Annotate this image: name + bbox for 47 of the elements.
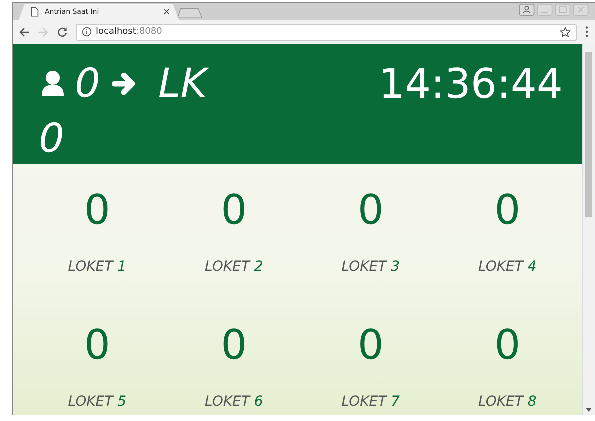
queue-number: 0 [221, 186, 248, 234]
document-icon [31, 7, 39, 17]
close-icon[interactable] [573, 4, 589, 16]
profile-icon[interactable] [519, 4, 535, 16]
queue-number: 0 [358, 321, 384, 369]
counter-label: LOKET [68, 259, 114, 275]
scroll-down-icon[interactable] [586, 408, 592, 412]
counter-label: LOKET [204, 259, 250, 275]
counter-number: 5 [118, 394, 127, 410]
star-icon[interactable] [560, 26, 571, 38]
counter-number: 3 [391, 259, 400, 275]
address-field[interactable]: localhost:8080 [76, 24, 577, 40]
maximize-icon[interactable] [555, 4, 571, 16]
counter-number: 1 [118, 259, 127, 275]
info-icon [82, 27, 92, 37]
url-host: localhost [96, 27, 136, 37]
user-icon [41, 70, 65, 98]
counter-label: LOKET [478, 394, 524, 410]
counter-label: LOKET [68, 394, 114, 410]
queue-count: 0 [75, 62, 100, 106]
counter-number: 2 [254, 259, 264, 275]
counter-label: LOKET [204, 394, 250, 410]
queue-number: 0 [221, 321, 248, 369]
reload-icon[interactable] [57, 26, 68, 38]
queue-number: 0 [84, 186, 110, 234]
counter-code-number: 0 [39, 118, 64, 160]
new-tab-button[interactable] [177, 8, 203, 19]
tab-close-button[interactable]: × [162, 6, 171, 18]
queue-number: 0 [84, 321, 110, 369]
forward-icon[interactable] [38, 26, 49, 38]
counter-code: LK [158, 62, 207, 106]
queue-number: 0 [358, 186, 384, 234]
counter-label: LOKET [342, 259, 387, 275]
queue-number: 0 [494, 186, 521, 234]
url-port: :8080 [136, 27, 162, 37]
scrollbar-thumb[interactable] [585, 52, 592, 217]
counter-number: 7 [391, 394, 400, 410]
clock-time: 14:36:44 [378, 62, 563, 106]
queue-number: 0 [494, 321, 521, 369]
menu-icon[interactable] [585, 26, 589, 38]
counter-number: 8 [528, 394, 537, 410]
scrollbar[interactable] [582, 44, 595, 415]
counter-number: 6 [254, 394, 264, 410]
counter-label: LOKET [478, 259, 524, 275]
back-icon[interactable] [19, 26, 30, 38]
counter-number: 4 [528, 259, 537, 275]
counter-label: LOKET [342, 394, 387, 410]
